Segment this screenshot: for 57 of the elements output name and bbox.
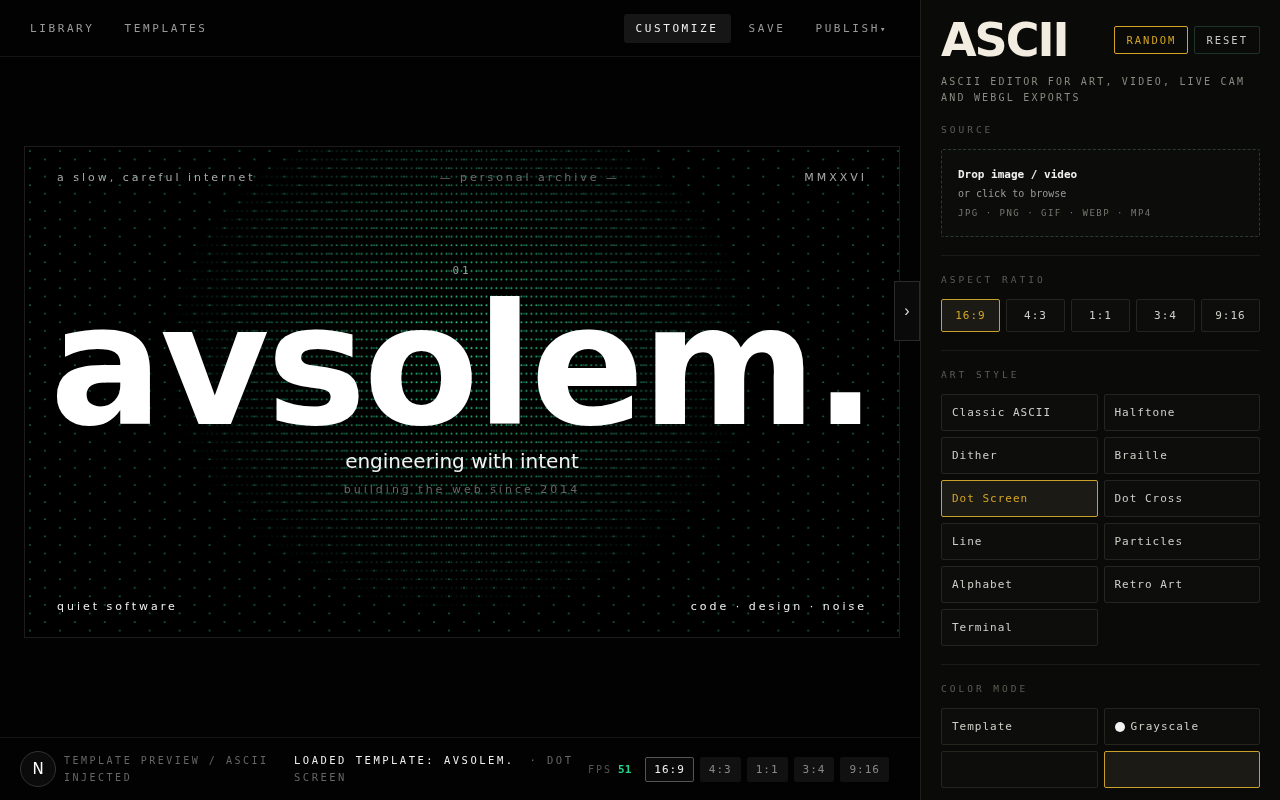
headline: avsolem.: [49, 291, 875, 441]
style-option[interactable]: Dot Screen: [941, 480, 1098, 517]
section-heading: SOURCE: [941, 124, 995, 135]
style-option[interactable]: Classic ASCII: [941, 394, 1098, 431]
year-text: MMXXVI: [804, 171, 867, 184]
section-heading: COLOR MODE: [941, 683, 1030, 694]
aspect-option[interactable]: 1:1: [1071, 299, 1130, 332]
nav-tab[interactable]: SAVE: [736, 13, 798, 43]
kicker-text: — personal archive —: [439, 171, 620, 184]
ratio-button[interactable]: 1:1: [746, 756, 788, 782]
aspect-option[interactable]: 3:4: [1136, 299, 1195, 332]
aspect-option[interactable]: 4:3: [1006, 299, 1065, 332]
color-mode-option[interactable]: Grayscale: [1103, 708, 1260, 745]
subline: building the web since 2014: [343, 483, 581, 496]
app-subtitle: ASCII EDITOR FOR ART, VIDEO, LIVE CAM AND WEBGL EXPORTS: [941, 75, 1247, 105]
ratio-button[interactable]: 4:3: [699, 756, 741, 782]
app-title: ASCII: [941, 14, 1068, 66]
footer-text: quiet software: [57, 600, 178, 613]
panel-toggle-button[interactable]: ›: [894, 281, 920, 341]
random-button[interactable]: RANDOM: [1114, 26, 1189, 54]
index-number: 01: [452, 264, 472, 277]
loaded-template-text: LOADED TEMPLATE: AVSOLEM. · DOT SCREEN: [294, 753, 574, 785]
color-mode-option[interactable]: Template: [941, 708, 1098, 745]
drop-hint: or click to browse: [958, 188, 1068, 199]
publish-menu[interactable]: PUBLISH▾: [803, 13, 900, 43]
style-option[interactable]: Terminal: [941, 609, 1098, 646]
fps-value: 51: [618, 762, 632, 776]
section-heading: ASPECT RATIO: [941, 274, 1047, 285]
color-mode-option[interactable]: [941, 751, 1098, 788]
reset-button[interactable]: RESET: [1194, 26, 1260, 54]
drop-zone[interactable]: Drop image / video or click to browse JPG · PNG · GIF · WEBP · MP4: [941, 149, 1260, 237]
nav-tab[interactable]: CUSTOMIZE: [623, 13, 731, 43]
ratio-button[interactable]: 16:9: [645, 756, 694, 782]
style-option[interactable]: Halftone: [1103, 394, 1260, 431]
nav-tab[interactable]: LIBRARY: [18, 13, 107, 43]
style-option[interactable]: Braille: [1103, 437, 1260, 474]
drop-title: Drop image / video: [958, 168, 1079, 181]
aspect-option[interactable]: 9:16: [1201, 299, 1260, 332]
logo-badge[interactable]: N: [20, 751, 56, 787]
ratio-button[interactable]: 9:16: [840, 756, 889, 782]
tagline: engineering with intent: [345, 449, 579, 473]
section-heading: ART STYLE: [941, 369, 1021, 380]
color-mode-option[interactable]: [1103, 751, 1260, 788]
style-option[interactable]: Particles: [1103, 523, 1260, 560]
style-option[interactable]: Dot Cross: [1103, 480, 1260, 517]
style-option[interactable]: Retro Art: [1103, 566, 1260, 603]
format-list: JPG · PNG · GIF · WEBP · MP4: [958, 208, 1243, 218]
kicker-text: a slow, careful internet: [57, 171, 256, 184]
footer-text: code · design · noise: [690, 600, 867, 613]
nav-tab[interactable]: TEMPLATES: [112, 13, 220, 43]
style-option[interactable]: Dither: [941, 437, 1098, 474]
ratio-button[interactable]: 3:4: [793, 756, 835, 782]
style-option[interactable]: Alphabet: [941, 566, 1098, 603]
aspect-option[interactable]: 16:9: [941, 299, 1000, 332]
status-message: TEMPLATE PREVIEW / ASCII INJECTED: [64, 754, 270, 785]
style-option[interactable]: Line: [941, 523, 1098, 560]
fps-label: FPS: [588, 763, 613, 775]
